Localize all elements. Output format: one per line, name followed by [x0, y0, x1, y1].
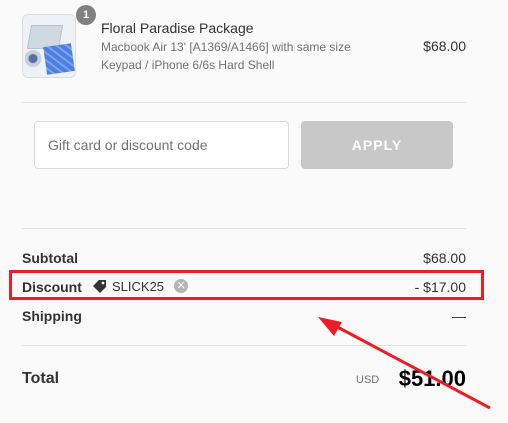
subtotal-value: $68.00	[423, 250, 466, 266]
discount-code-input[interactable]	[34, 121, 289, 169]
apply-button[interactable]: APPLY	[301, 121, 453, 169]
divider	[22, 228, 466, 229]
product-name: Floral Paradise Package	[101, 20, 254, 36]
divider	[22, 345, 466, 346]
quantity-badge: 1	[76, 5, 96, 25]
product-price: $68.00	[423, 38, 466, 54]
shipping-value: —	[452, 308, 466, 324]
subtotal-label: Subtotal	[22, 250, 78, 266]
product-line-item: 1 Floral Paradise Package Macbook Air 13…	[22, 5, 472, 78]
divider	[22, 102, 466, 103]
shipping-label: Shipping	[22, 308, 82, 324]
product-variant-line-2: Keypad / iPhone 6/6s Hard Shell	[101, 58, 275, 72]
product-variant-line-1: Macbook Air 13' [A1369/A1466] with same …	[101, 40, 351, 54]
total-label: Total	[22, 370, 60, 387]
product-thumbnail	[22, 14, 76, 78]
total-currency: USD	[356, 374, 380, 386]
annotation-highlight-box	[9, 270, 484, 300]
total-value: $51.00	[398, 366, 466, 391]
